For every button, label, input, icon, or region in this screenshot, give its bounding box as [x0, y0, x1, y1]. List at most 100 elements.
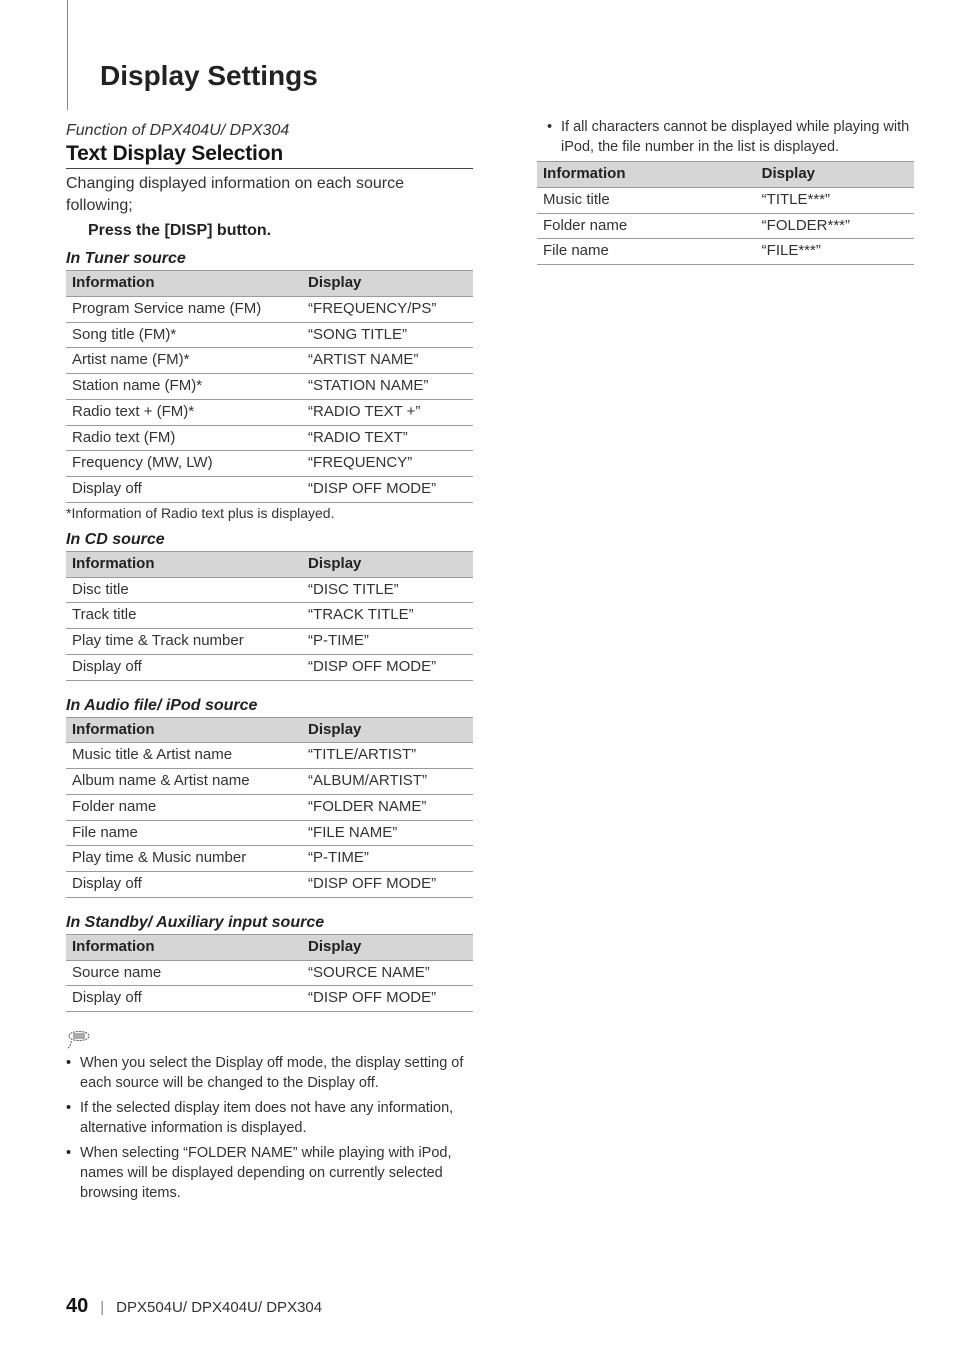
cd-table: Information Display Disc title“DISC TITL…	[66, 551, 473, 681]
cell: File name	[66, 820, 302, 846]
note-item: If the selected display item does not ha…	[66, 1099, 473, 1138]
audio-table: Information Display Music title & Artist…	[66, 717, 473, 898]
cell: “SONG TITLE”	[302, 322, 473, 348]
cell: “DISP OFF MODE”	[302, 654, 473, 680]
press-instruction: Press the [DISP] button.	[88, 222, 473, 240]
col-header: Display	[302, 551, 473, 577]
table-row: Program Service name (FM)“FREQUENCY/PS”	[66, 296, 473, 322]
cell: Disc title	[66, 577, 302, 603]
cell: “TRACK TITLE”	[302, 603, 473, 629]
cell: Source name	[66, 960, 302, 986]
cell: “TITLE***”	[756, 187, 914, 213]
table-row: Disc title“DISC TITLE”	[66, 577, 473, 603]
table-row: Play time & Track number“P-TIME”	[66, 629, 473, 655]
cell: “FREQUENCY/PS”	[302, 296, 473, 322]
tuner-footnote: *Information of Radio text plus is displ…	[66, 505, 473, 521]
function-of-label: Function of DPX404U/ DPX304	[66, 122, 473, 140]
page-footer: 40 | DPX504U/ DPX404U/ DPX304	[66, 1295, 322, 1318]
table-row: Display off“DISP OFF MODE”	[66, 872, 473, 898]
cell: Music title & Artist name	[66, 743, 302, 769]
cell: “FILE***”	[756, 239, 914, 265]
col-header: Information	[66, 934, 302, 960]
note-item: When you select the Display off mode, th…	[66, 1054, 473, 1093]
cell: Display off	[66, 986, 302, 1012]
cell: “SOURCE NAME”	[302, 960, 473, 986]
col-header: Information	[66, 551, 302, 577]
audio-heading: In Audio file/ iPod source	[66, 697, 473, 715]
right-note-item: If all characters cannot be displayed wh…	[547, 118, 914, 157]
cell: Song title (FM)*	[66, 322, 302, 348]
table-row: Frequency (MW, LW)“FREQUENCY”	[66, 451, 473, 477]
left-column: Function of DPX404U/ DPX304 Text Display…	[66, 118, 473, 1209]
note-item: When selecting “FOLDER NAME” while playi…	[66, 1144, 473, 1203]
table-row: File name“FILE***”	[537, 239, 914, 265]
standby-table: Information Display Source name“SOURCE N…	[66, 934, 473, 1012]
cell: “FOLDER NAME”	[302, 794, 473, 820]
cell: “ARTIST NAME”	[302, 348, 473, 374]
footer-models: DPX504U/ DPX404U/ DPX304	[116, 1299, 322, 1316]
col-header: Display	[302, 717, 473, 743]
page-title: Display Settings	[100, 60, 318, 92]
cell: Display off	[66, 654, 302, 680]
table-row: Folder name“FOLDER NAME”	[66, 794, 473, 820]
cell: Artist name (FM)*	[66, 348, 302, 374]
cell: “TITLE/ARTIST”	[302, 743, 473, 769]
table-row: Artist name (FM)*“ARTIST NAME”	[66, 348, 473, 374]
col-header: Information	[66, 271, 302, 297]
table-row: Display off“DISP OFF MODE”	[66, 986, 473, 1012]
table-row: Display off“DISP OFF MODE”	[66, 477, 473, 503]
table-row: Station name (FM)*“STATION NAME”	[66, 374, 473, 400]
cd-heading: In CD source	[66, 531, 473, 549]
col-header: Display	[756, 162, 914, 188]
col-header: Information	[537, 162, 756, 188]
col-header: Information	[66, 717, 302, 743]
cell: Track title	[66, 603, 302, 629]
cell: Display off	[66, 872, 302, 898]
cell: “P-TIME”	[302, 846, 473, 872]
table-row: Radio text + (FM)*“RADIO TEXT +”	[66, 399, 473, 425]
col-header: Display	[302, 934, 473, 960]
cell: Play time & Music number	[66, 846, 302, 872]
cell: Station name (FM)*	[66, 374, 302, 400]
cell: Radio text (FM)	[66, 425, 302, 451]
right-column: If all characters cannot be displayed wh…	[507, 118, 914, 1209]
cell: Folder name	[66, 794, 302, 820]
table-row: Radio text (FM)“RADIO TEXT”	[66, 425, 473, 451]
cell: Album name & Artist name	[66, 769, 302, 795]
table-row: Display off“DISP OFF MODE”	[66, 654, 473, 680]
table-row: Song title (FM)*“SONG TITLE”	[66, 322, 473, 348]
notes-icon	[66, 1026, 473, 1050]
cell: “ALBUM/ARTIST”	[302, 769, 473, 795]
section-heading: Text Display Selection	[66, 142, 473, 169]
footer-separator: |	[96, 1299, 108, 1316]
cell: File name	[537, 239, 756, 265]
cell: “RADIO TEXT +”	[302, 399, 473, 425]
table-row: Track title“TRACK TITLE”	[66, 603, 473, 629]
cell: Play time & Track number	[66, 629, 302, 655]
cell: “STATION NAME”	[302, 374, 473, 400]
table-row: Music title“TITLE***”	[537, 187, 914, 213]
cell: “FREQUENCY”	[302, 451, 473, 477]
table-row: Play time & Music number“P-TIME”	[66, 846, 473, 872]
col-header: Display	[302, 271, 473, 297]
content-columns: Function of DPX404U/ DPX304 Text Display…	[66, 118, 914, 1209]
cell: “DISC TITLE”	[302, 577, 473, 603]
notes-list: When you select the Display off mode, th…	[66, 1054, 473, 1203]
cell: “RADIO TEXT”	[302, 425, 473, 451]
ipod-filenum-table: Information Display Music title“TITLE***…	[537, 161, 914, 265]
cell: “P-TIME”	[302, 629, 473, 655]
table-row: Source name“SOURCE NAME”	[66, 960, 473, 986]
right-note-list: If all characters cannot be displayed wh…	[507, 118, 914, 157]
vertical-rule	[67, 0, 68, 110]
cell: Folder name	[537, 213, 756, 239]
cell: Frequency (MW, LW)	[66, 451, 302, 477]
tuner-heading: In Tuner source	[66, 250, 473, 268]
table-row: Album name & Artist name“ALBUM/ARTIST”	[66, 769, 473, 795]
table-row: File name“FILE NAME”	[66, 820, 473, 846]
standby-heading: In Standby/ Auxiliary input source	[66, 914, 473, 932]
table-row: Music title & Artist name“TITLE/ARTIST”	[66, 743, 473, 769]
cell: Radio text + (FM)*	[66, 399, 302, 425]
cell: Program Service name (FM)	[66, 296, 302, 322]
cell: “FOLDER***”	[756, 213, 914, 239]
cell: Display off	[66, 477, 302, 503]
